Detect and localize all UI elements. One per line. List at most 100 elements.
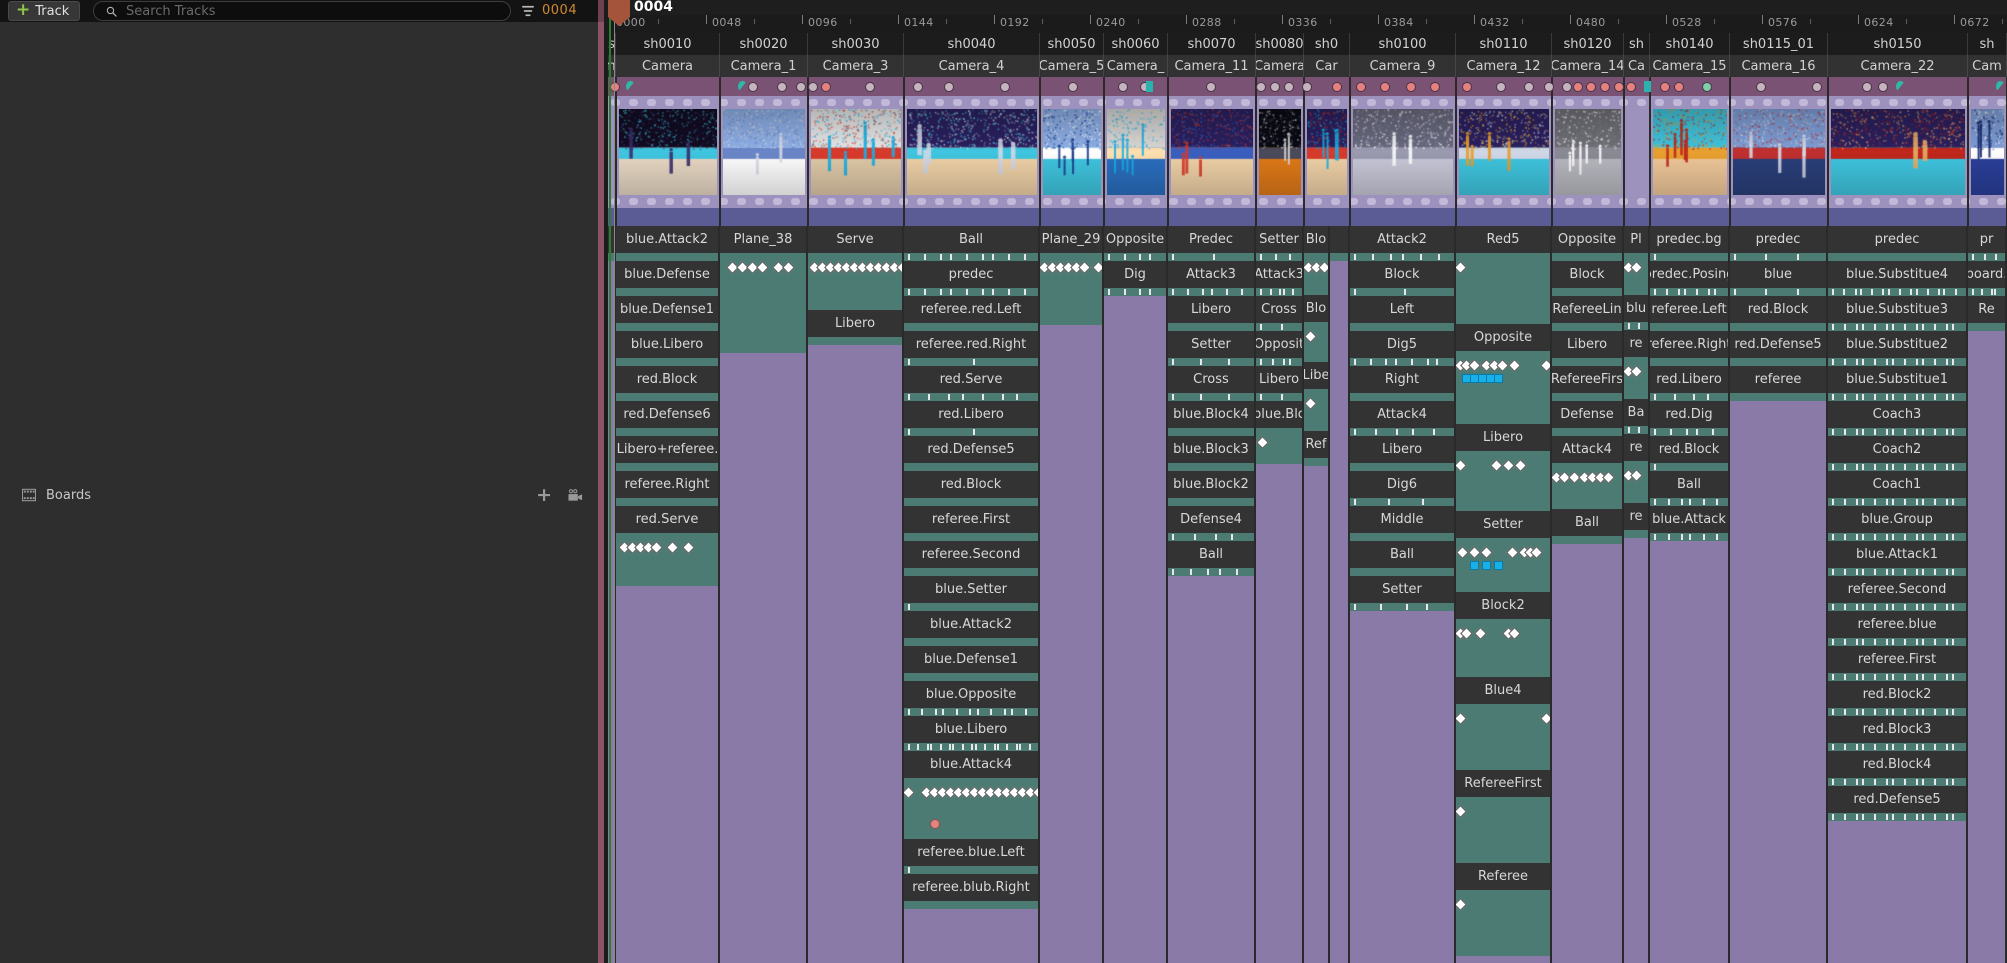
clip[interactable]: blue.Attack2 bbox=[904, 611, 1038, 646]
timeline-marker[interactable] bbox=[1000, 82, 1010, 92]
timeline-marker[interactable] bbox=[1702, 82, 1712, 92]
shot-header[interactable]: sh0115_01 bbox=[1730, 33, 1828, 55]
timeline-marker[interactable] bbox=[1614, 82, 1624, 92]
clip[interactable]: Attack3 bbox=[1168, 261, 1254, 296]
filmstrip-thumbnail[interactable] bbox=[811, 109, 901, 195]
keyframe-bar[interactable] bbox=[616, 288, 718, 296]
filmstrip-thumbnail[interactable] bbox=[1307, 109, 1347, 195]
clip[interactable]: re bbox=[1624, 434, 1648, 503]
camera-header[interactable]: Camera_ bbox=[1104, 55, 1168, 77]
timeline-marker[interactable] bbox=[1206, 82, 1216, 92]
clip[interactable]: blue.Libero bbox=[616, 331, 718, 366]
keyframe-bar[interactable] bbox=[1168, 428, 1254, 436]
camera-header[interactable]: Camera_1 bbox=[720, 55, 808, 77]
keyframe-bar[interactable] bbox=[1552, 253, 1622, 261]
keyframe-bar[interactable] bbox=[1350, 603, 1454, 611]
keyframe-pane[interactable] bbox=[1456, 459, 1550, 511]
keyframe-bar[interactable] bbox=[1350, 288, 1454, 296]
keyframe-pane[interactable] bbox=[616, 541, 718, 586]
keyframe-circle[interactable] bbox=[930, 819, 940, 829]
keyframe-bar[interactable] bbox=[1456, 451, 1550, 459]
keyframe-bar[interactable] bbox=[1828, 288, 1966, 296]
keyframe-pane[interactable] bbox=[1256, 436, 1302, 464]
clip[interactable] bbox=[1330, 226, 1348, 261]
timeline-marker[interactable] bbox=[1878, 82, 1888, 92]
clip[interactable]: red.Defense5 bbox=[1828, 786, 1966, 821]
timeline-marker[interactable] bbox=[1600, 82, 1610, 92]
clip[interactable]: Ba bbox=[1624, 399, 1648, 434]
clip[interactable]: pr bbox=[1968, 226, 2005, 261]
clip[interactable]: Opposite bbox=[1552, 226, 1622, 261]
keyframe-diamond[interactable] bbox=[1490, 459, 1503, 472]
keyframe-diamond[interactable] bbox=[1480, 546, 1493, 559]
keyframe-bar[interactable] bbox=[1456, 704, 1550, 712]
shot-header[interactable]: sh0060 bbox=[1104, 33, 1168, 55]
keyframe-pane[interactable] bbox=[1456, 359, 1550, 424]
clip[interactable]: blue.Block4 bbox=[1168, 401, 1254, 436]
clip[interactable]: Ball bbox=[1168, 541, 1254, 576]
clip[interactable]: Dig6 bbox=[1350, 471, 1454, 506]
camera-header[interactable]: Camera_22 bbox=[1828, 55, 1968, 77]
keyframe-bar[interactable] bbox=[720, 253, 806, 261]
keyframe-bar[interactable] bbox=[1350, 498, 1454, 506]
keyframe-diamond[interactable] bbox=[756, 261, 769, 274]
clip[interactable]: RefereeFirst bbox=[1456, 770, 1550, 863]
keyframe-diamond[interactable] bbox=[1256, 436, 1269, 449]
clip[interactable]: red.Block bbox=[616, 366, 718, 401]
keyframe-diamond[interactable] bbox=[650, 541, 663, 554]
camera-header[interactable]: Camera_14 bbox=[1552, 55, 1624, 77]
keyframe-bar[interactable] bbox=[904, 568, 1038, 576]
keyframe-bar[interactable] bbox=[1168, 323, 1254, 331]
clip[interactable]: referee.First bbox=[904, 506, 1038, 541]
keyframe-bar[interactable] bbox=[1456, 619, 1550, 627]
camera-header[interactable]: Camera_15 bbox=[1650, 55, 1730, 77]
clip[interactable]: Referee bbox=[1456, 863, 1550, 956]
keyframe-diamond[interactable] bbox=[682, 541, 695, 554]
keyframe-bar[interactable] bbox=[1256, 288, 1302, 296]
keyframe-bar[interactable] bbox=[616, 498, 718, 506]
clip[interactable]: referee.blub.Right bbox=[904, 874, 1038, 909]
keyframe-bar[interactable] bbox=[1256, 393, 1302, 401]
clip[interactable]: red.Block4 bbox=[1828, 751, 1966, 786]
shot-header[interactable]: sh0150 bbox=[1828, 33, 1968, 55]
shot-header[interactable]: sh0030 bbox=[808, 33, 904, 55]
clip[interactable]: Defense4 bbox=[1168, 506, 1254, 541]
keyframe-bar[interactable] bbox=[1828, 813, 1966, 821]
clip[interactable]: Pl bbox=[1624, 226, 1648, 295]
keyframe-diamond[interactable] bbox=[1468, 359, 1481, 372]
clip[interactable]: blue.Attack2 bbox=[616, 226, 718, 261]
keyframe-bar[interactable] bbox=[1350, 253, 1454, 261]
keyframe-diamond[interactable] bbox=[1506, 546, 1519, 559]
keyframe-bar[interactable] bbox=[904, 638, 1038, 646]
keyframe-bar[interactable] bbox=[1304, 389, 1328, 397]
keyframe-pane[interactable] bbox=[1304, 330, 1328, 362]
timeline-marker[interactable] bbox=[1270, 82, 1280, 92]
keyframe-pane[interactable] bbox=[808, 261, 902, 310]
clip[interactable]: re bbox=[1624, 503, 1648, 538]
clip[interactable]: Serve bbox=[808, 226, 902, 310]
timeline-marker[interactable] bbox=[1068, 82, 1078, 92]
track-row-boards[interactable]: Boards + bbox=[0, 477, 598, 513]
keyframe-bar[interactable] bbox=[616, 323, 718, 331]
keyframe-diamond[interactable] bbox=[1456, 546, 1469, 559]
filmstrip-thumbnail[interactable] bbox=[1107, 109, 1165, 195]
clip[interactable]: blue bbox=[1730, 261, 1826, 296]
keyframe-bar[interactable] bbox=[616, 393, 718, 401]
keyframe-bar[interactable] bbox=[1624, 461, 1648, 469]
keyframe-bar[interactable] bbox=[808, 253, 902, 261]
keyframe-bar[interactable] bbox=[1968, 253, 2005, 261]
keyframe-pane[interactable] bbox=[1552, 471, 1622, 509]
clip[interactable]: referee.Right bbox=[1650, 331, 1728, 366]
timeline-marker[interactable] bbox=[865, 82, 875, 92]
timeline-marker[interactable] bbox=[1544, 82, 1554, 92]
clip[interactable]: Ref bbox=[1304, 431, 1328, 466]
keyframe-bar[interactable] bbox=[1168, 393, 1254, 401]
clip[interactable]: Cross bbox=[1256, 296, 1302, 331]
clip[interactable]: Block2 bbox=[1456, 592, 1550, 677]
camera-header[interactable]: Camera_5 bbox=[1040, 55, 1104, 77]
keyframe-bar[interactable] bbox=[1624, 322, 1648, 330]
clip[interactable]: blue.Attack bbox=[1650, 506, 1728, 541]
keyframe-bar[interactable] bbox=[1304, 458, 1328, 466]
clip[interactable]: referee.Left bbox=[1650, 296, 1728, 331]
clip[interactable]: Libero bbox=[1168, 296, 1254, 331]
